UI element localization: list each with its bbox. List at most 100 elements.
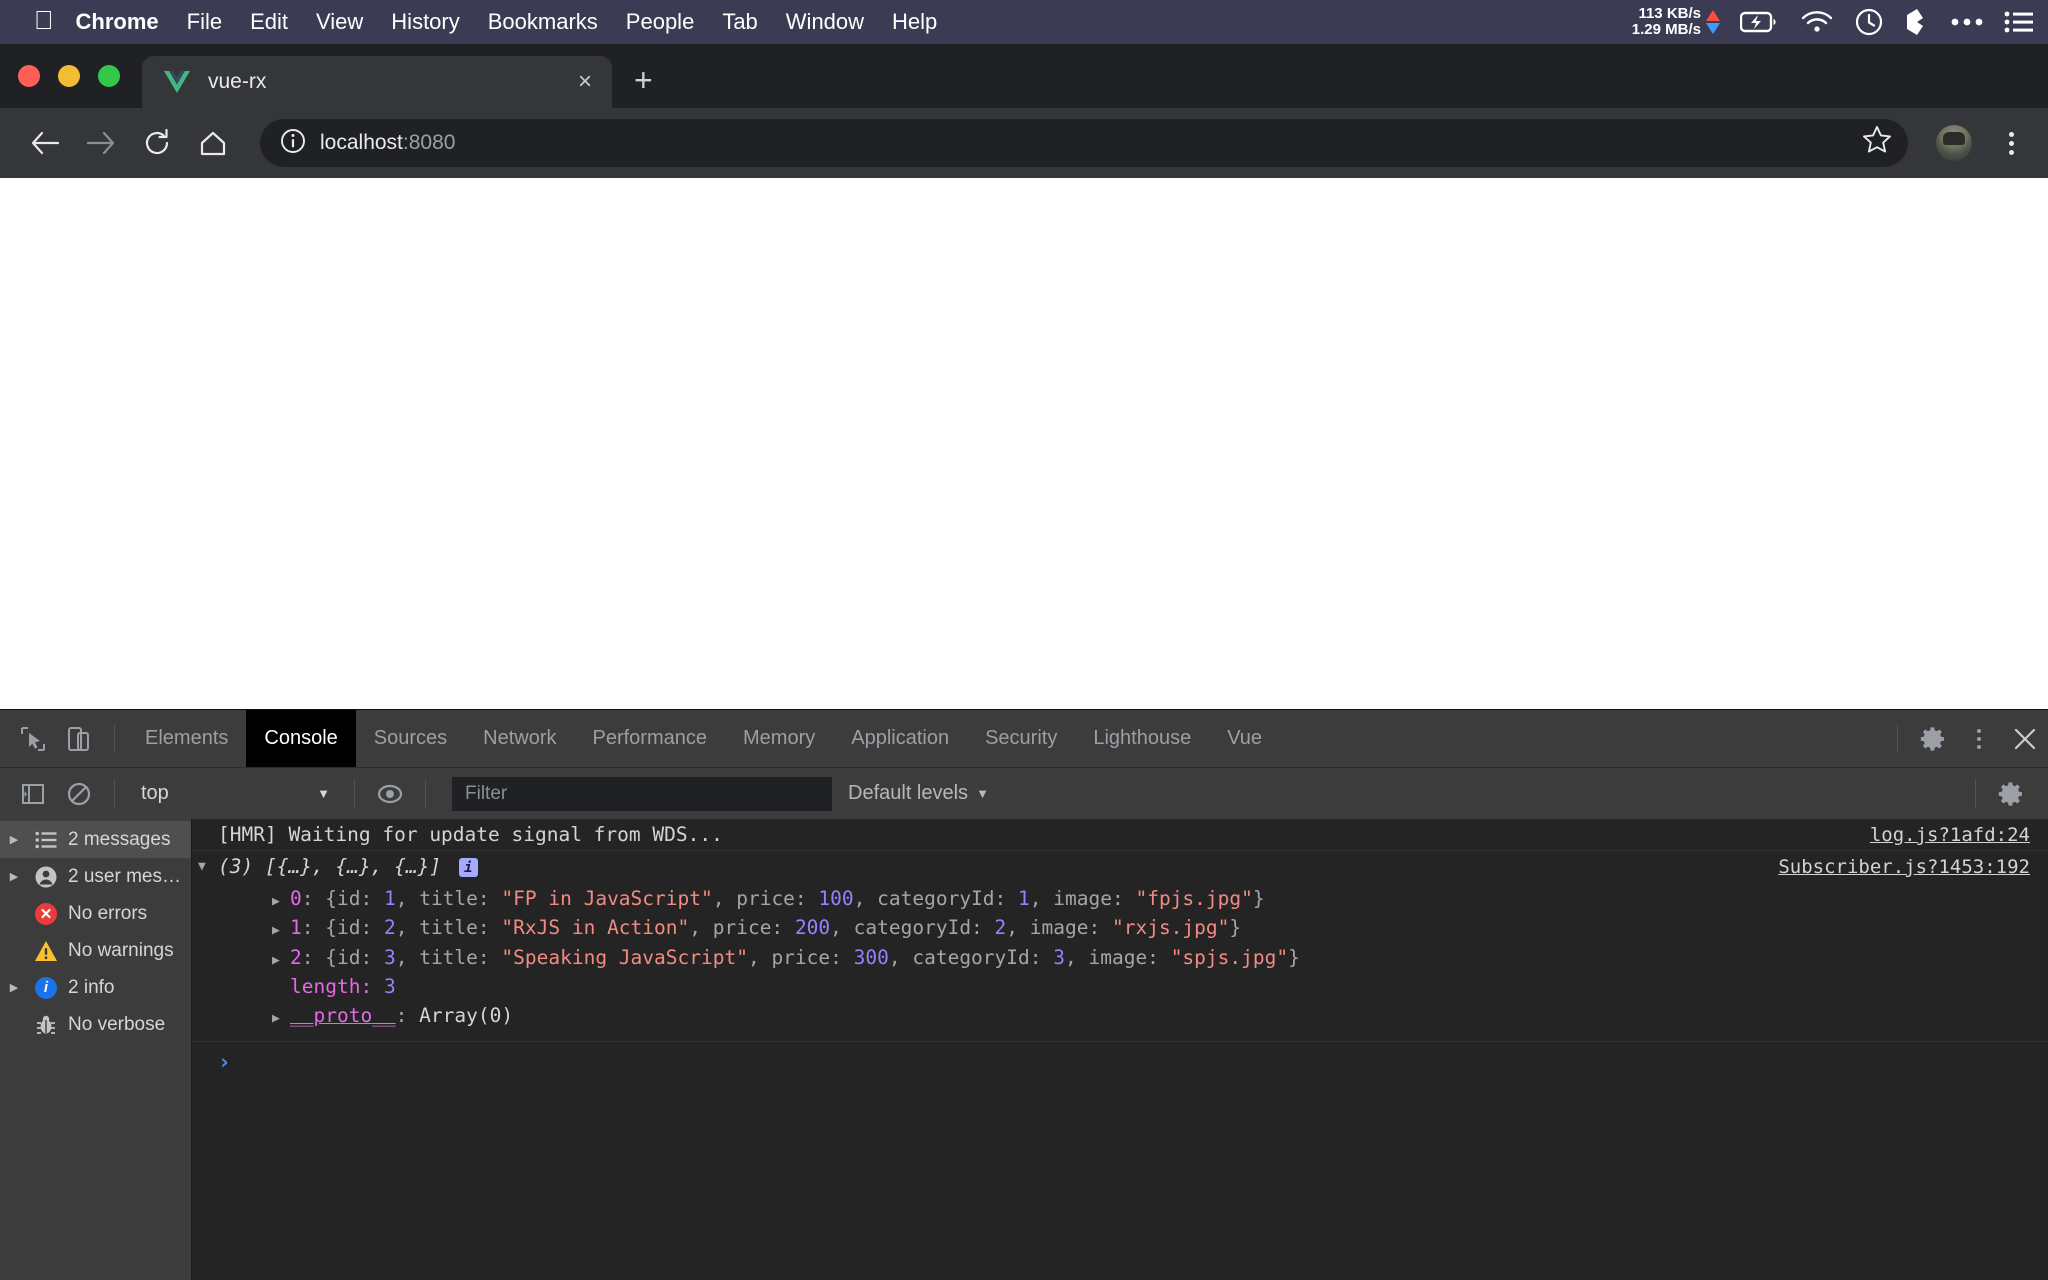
gear-icon[interactable] [1910, 716, 1956, 762]
expand-arrow-entry-2[interactable]: ▶ [272, 953, 290, 970]
menu-item-chrome[interactable]: Chrome [76, 9, 159, 35]
device-toolbar-icon[interactable] [56, 716, 102, 762]
clock-icon[interactable] [1854, 7, 1884, 37]
log-levels-selector[interactable]: Default levels ▼ [848, 782, 989, 805]
sidebar-item-warnings[interactable]: No warnings [0, 932, 191, 969]
console-toolbar-divider-3 [425, 779, 426, 808]
upload-speed: 113 KB/s [1638, 5, 1701, 22]
tab-lighthouse[interactable]: Lighthouse [1075, 710, 1209, 768]
ellipsis-icon[interactable] [1950, 16, 1984, 28]
console-settings-gear-icon[interactable] [1988, 771, 2034, 817]
console-sidebar-icon[interactable] [10, 771, 56, 817]
address-bar[interactable]: localhost:8080 [260, 119, 1908, 167]
info-circle-icon[interactable] [280, 128, 306, 159]
sidebar-item-info[interactable]: ▶ i 2 info [0, 969, 191, 1006]
expand-arrow-icon[interactable]: ▶ [4, 833, 24, 846]
new-tab-button[interactable]: + [634, 64, 653, 96]
kebab-menu-icon[interactable] [1996, 131, 2026, 155]
expand-arrow-entry-1[interactable]: ▶ [272, 923, 290, 940]
collapse-arrow-icon[interactable]: ▼ [198, 859, 216, 874]
menu-item-window[interactable]: Window [786, 9, 864, 35]
expand-arrow-entry-0[interactable]: ▶ [272, 894, 290, 911]
home-icon[interactable] [190, 120, 236, 166]
array-header-text: (3) [{…}, {…}, {…}] [218, 855, 442, 878]
download-arrow-icon [1706, 23, 1720, 34]
chevron-down-icon-levels: ▼ [976, 786, 989, 801]
maximize-window-button[interactable] [98, 65, 120, 87]
wifi-icon[interactable] [1800, 10, 1834, 34]
tab-vue[interactable]: Vue [1209, 710, 1280, 768]
console-message-array[interactable]: ▼ (3) [{…}, {…}, {…}] i Subscriber.js?14… [192, 851, 2048, 1041]
tab-memory[interactable]: Memory [725, 710, 833, 768]
dropbox-icon[interactable] [1904, 8, 1930, 36]
devtools-panel: Elements Console Sources Network Perform… [0, 709, 2048, 1280]
list-menu-icon[interactable] [2004, 11, 2034, 33]
console-prompt[interactable]: › [192, 1042, 2048, 1074]
entry-0-image-value: "fpjs.jpg" [1135, 887, 1253, 910]
bookmark-star-icon[interactable] [1862, 125, 1892, 161]
tab-network[interactable]: Network [465, 710, 574, 768]
entry-2-id-label: id: [336, 945, 373, 969]
source-link-log-js[interactable]: log.js?1afd:24 [1870, 824, 2030, 846]
sidebar-item-user-messages[interactable]: ▶ 2 user mes… [0, 858, 191, 895]
console-output[interactable]: [HMR] Waiting for update signal from WDS… [192, 819, 2048, 1280]
apple-logo-icon[interactable]:  [34, 7, 54, 33]
tab-performance[interactable]: Performance [575, 710, 726, 768]
tab-application[interactable]: Application [833, 710, 967, 768]
arrow-right-icon[interactable] [78, 120, 124, 166]
arrow-left-icon[interactable] [22, 120, 68, 166]
array-proto-row[interactable]: ▶ __proto__: Array(0) [218, 1001, 2048, 1036]
source-link-subscriber-js[interactable]: Subscriber.js?1453:192 [1778, 856, 2030, 878]
entry-2-id-value: 3 [383, 945, 396, 969]
browser-tab[interactable]: vue-rx × [142, 56, 612, 108]
entry-1-id-value: 2 [383, 916, 396, 940]
menu-item-people[interactable]: People [626, 9, 695, 35]
tab-security[interactable]: Security [967, 710, 1075, 768]
reload-icon[interactable] [134, 120, 180, 166]
tab-elements[interactable]: Elements [127, 710, 246, 768]
menu-item-bookmarks[interactable]: Bookmarks [488, 9, 598, 35]
sidebar-item-errors[interactable]: ✕ No errors [0, 895, 191, 932]
close-window-button[interactable] [18, 65, 40, 87]
menu-item-view[interactable]: View [316, 9, 363, 35]
menu-item-file[interactable]: File [187, 9, 222, 35]
proto-label[interactable]: __proto__ [290, 1004, 396, 1027]
close-tab-button[interactable]: × [572, 70, 598, 94]
error-icon: ✕ [32, 902, 60, 925]
console-message-hmr[interactable]: [HMR] Waiting for update signal from WDS… [192, 819, 2048, 851]
upload-arrow-icon [1706, 10, 1720, 21]
expand-arrow-proto[interactable]: ▶ [272, 1011, 290, 1028]
tab-sources[interactable]: Sources [356, 710, 465, 768]
avatar[interactable] [1936, 125, 1972, 161]
inspect-element-icon[interactable] [10, 716, 56, 762]
tab-console[interactable]: Console [246, 709, 356, 768]
array-entry-2[interactable]: ▶ 2: {id: 3, title: "Speaking JavaScript"… [218, 943, 2048, 972]
live-expression-icon[interactable] [367, 771, 413, 817]
battery-charging-icon[interactable] [1740, 10, 1780, 34]
execution-context-selector[interactable]: top ▼ [127, 782, 342, 805]
sidebar-item-verbose[interactable]: No verbose [0, 1006, 191, 1043]
array-entry-0[interactable]: ▶ 0: {id: 1, title: "FP in JavaScript", p… [218, 884, 2048, 913]
expand-arrow-icon-info[interactable]: ▶ [4, 981, 24, 994]
menu-item-help[interactable]: Help [892, 9, 937, 35]
entry-0-category-value: 1 [1018, 887, 1030, 910]
close-devtools-icon[interactable] [2002, 716, 2048, 762]
clear-console-icon[interactable] [56, 771, 102, 817]
minimize-window-button[interactable] [58, 65, 80, 87]
array-entry-1[interactable]: ▶ 1: {id: 2, title: "RxJS in Action", pri… [218, 913, 2048, 942]
entry-1-category-label: categoryId: [853, 916, 983, 940]
menu-item-history[interactable]: History [391, 9, 459, 35]
console-body: ▶ 2 messages ▶ 2 user mes… ✕ No errors N… [0, 819, 2048, 1280]
entry-2-category-label: categoryId: [912, 945, 1042, 969]
user-message-icon [32, 865, 60, 889]
entry-2-image-value: "spjs.jpg" [1170, 945, 1289, 969]
network-speed-indicator[interactable]: 113 KB/s 1.29 MB/s [1632, 6, 1720, 38]
menu-item-tab[interactable]: Tab [722, 9, 757, 35]
menu-item-edit[interactable]: Edit [250, 9, 288, 35]
expand-arrow-icon-user[interactable]: ▶ [4, 870, 24, 883]
console-toolbar-divider-2 [354, 779, 355, 808]
devtools-kebab-menu-icon[interactable] [1956, 716, 2002, 762]
sidebar-item-messages[interactable]: ▶ 2 messages [0, 821, 191, 858]
entry-2-price-label: price: [771, 945, 842, 969]
filter-input[interactable]: Filter [452, 776, 832, 811]
